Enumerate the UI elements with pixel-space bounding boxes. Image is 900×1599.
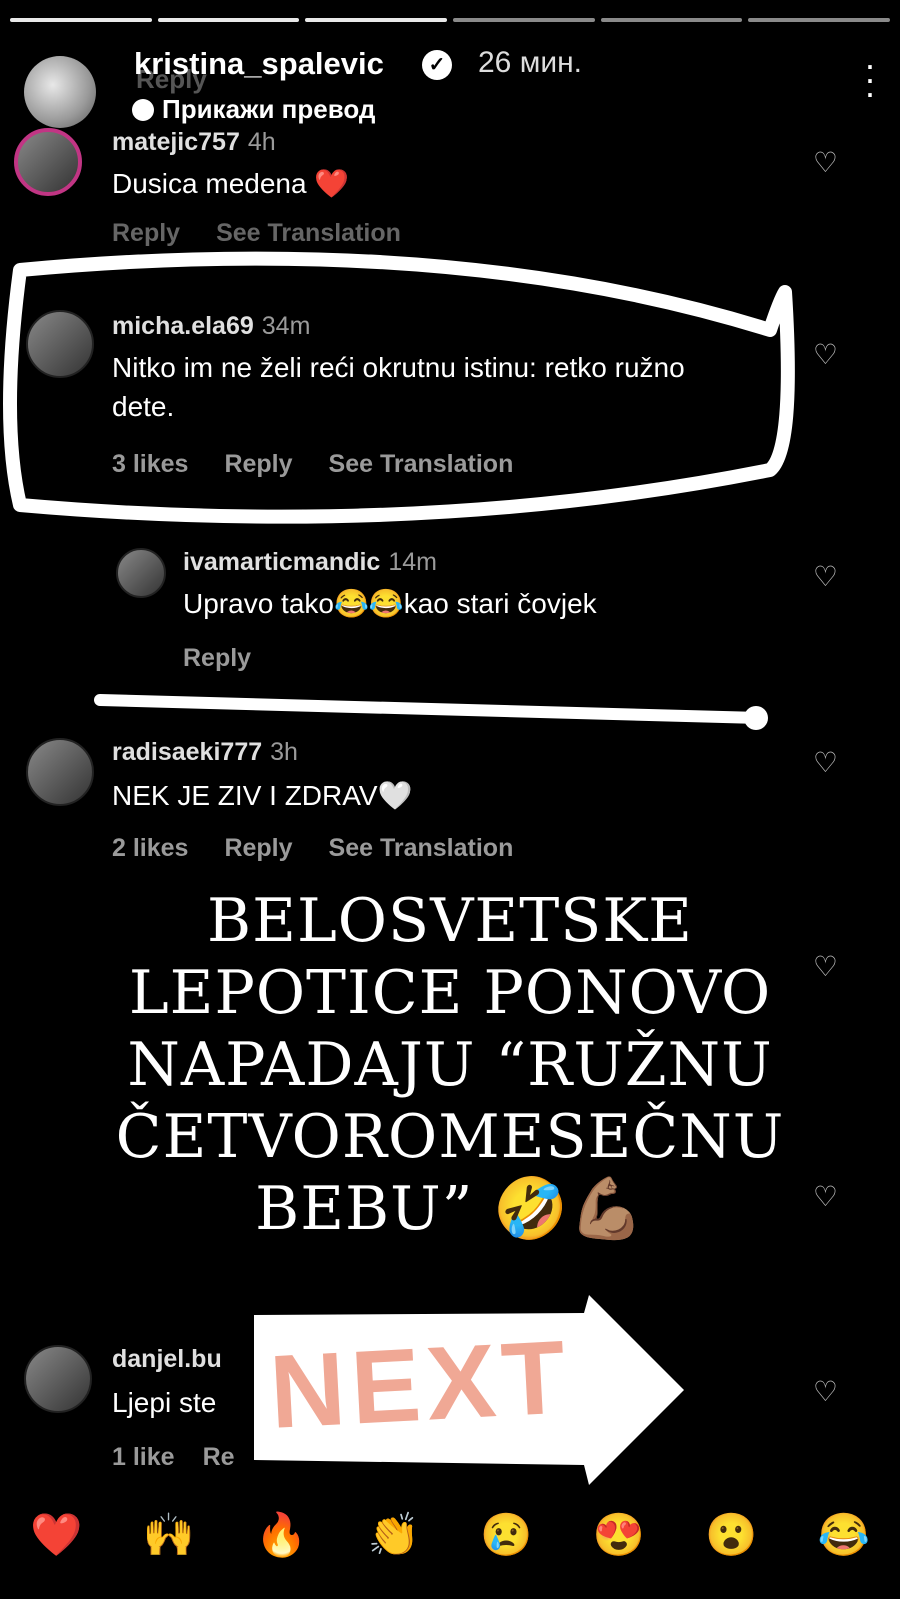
comment-actions: 3 likes Reply See Translation <box>112 450 513 479</box>
avatar[interactable] <box>26 310 94 378</box>
quick-reactions-bar: ❤️ 🙌 🔥 👏 😢 😍 😮 😂 <box>0 1490 900 1580</box>
reaction-cry[interactable]: 😢 <box>466 1511 546 1560</box>
overlay-line: BELOSVETSKE <box>207 886 693 956</box>
verified-badge-icon: ✓ <box>422 50 452 80</box>
story-progress-bar <box>10 18 891 22</box>
comment-username[interactable]: micha.ela69 <box>112 312 254 340</box>
overlay-line: ČETVOROMESEČNU <box>115 1102 785 1172</box>
likes-count[interactable]: 2 likes <box>112 834 188 863</box>
reply-button[interactable]: Reply <box>112 219 180 248</box>
reaction-heart-eyes[interactable]: 😍 <box>579 1511 659 1560</box>
comment-time: 14m <box>388 548 437 576</box>
comment-username-line[interactable]: radisaeki777 3h <box>112 738 298 767</box>
reaction-laugh[interactable]: 😂 <box>804 1511 884 1560</box>
story-username[interactable]: kristina_spalevic <box>134 46 384 82</box>
translate-icon <box>132 98 154 121</box>
comment-text: Nitko im ne želi reći okrutnu istinu: re… <box>112 352 685 422</box>
avatar[interactable] <box>116 548 166 598</box>
reaction-fire[interactable]: 🔥 <box>241 1511 321 1560</box>
reply-button[interactable]: Re <box>203 1443 235 1472</box>
comment-username[interactable]: ivamarticmandic <box>183 548 380 576</box>
reply-button[interactable]: Reply <box>224 834 292 863</box>
avatar[interactable] <box>14 128 82 196</box>
like-heart-icon[interactable]: ♡ <box>813 146 838 179</box>
comment-actions: 2 likes Reply See Translation <box>112 834 513 863</box>
comment-actions: 1 like Re <box>112 1443 235 1472</box>
reply-button[interactable]: Reply <box>183 644 251 673</box>
comment-username[interactable]: danjel.bu <box>112 1345 222 1373</box>
like-heart-icon[interactable]: ♡ <box>813 338 838 371</box>
comment-actions: Reply See Translation <box>112 219 401 248</box>
comment-text: Dusica medena ❤️ <box>112 168 350 199</box>
story-header: Reply kristina_spalevic ✓ 26 мин. · · · Пр… <box>24 34 876 129</box>
comment-username-line[interactable]: micha.ela69 34m <box>112 312 310 341</box>
see-translation-button[interactable]: See Translation <box>329 834 514 863</box>
avatar[interactable] <box>24 1345 92 1413</box>
see-translation-button[interactable]: See Translation <box>329 450 514 479</box>
reply-button[interactable]: Reply <box>224 450 292 479</box>
overlay-headline: BELOSVETSKE LEPOTICE PONOVO NAPADAJU “RU… <box>0 885 900 1245</box>
avatar[interactable] <box>26 738 94 806</box>
next-sticker-label[interactable]: NEXT <box>267 1318 574 1453</box>
translate-label: Прикажи превод <box>162 94 376 124</box>
comment-username-line[interactable]: danjel.bu <box>112 1345 222 1374</box>
comment-time: 3h <box>270 738 298 766</box>
overlay-line: BEBU” 🤣💪🏽 <box>255 1174 645 1244</box>
like-heart-icon[interactable]: ♡ <box>813 1375 838 1408</box>
comment-time: 34m <box>261 312 311 340</box>
more-vertical-icon[interactable]: · · · <box>864 47 876 111</box>
comment-username-line[interactable]: ivamarticmandic 14m <box>183 548 437 577</box>
reaction-clap[interactable]: 👏 <box>354 1511 434 1560</box>
comment-time: 4h <box>247 128 276 156</box>
like-heart-icon[interactable]: ♡ <box>813 560 838 593</box>
comment-username[interactable]: radisaeki777 <box>112 738 262 766</box>
reaction-raised-hands[interactable]: 🙌 <box>129 1511 209 1560</box>
reaction-surprised[interactable]: 😮 <box>691 1511 771 1560</box>
likes-count[interactable]: 1 like <box>112 1443 175 1472</box>
likes-count[interactable]: 3 likes <box>112 450 188 479</box>
reaction-heart[interactable]: ❤️ <box>16 1511 96 1560</box>
comment-actions: Reply <box>183 644 251 673</box>
comment-text: Upravo tako😂😂kao stari čovjek <box>183 588 597 619</box>
comment-username-line[interactable]: matejic757 4h <box>112 128 276 157</box>
see-translation-button[interactable]: See Translation <box>216 219 401 248</box>
comment-text: NEK JE ZIV I ZDRAV🤍 <box>112 780 413 811</box>
translate-button[interactable]: Прикажи превод <box>132 94 375 125</box>
overlay-line: LEPOTICE PONOVO <box>128 958 772 1028</box>
comment-username[interactable]: matejic757 <box>112 128 240 156</box>
overlay-line: NAPADAJU “RUŽNU <box>127 1030 773 1100</box>
story-time: 26 мин. <box>478 46 582 79</box>
like-heart-icon[interactable]: ♡ <box>813 746 838 779</box>
story-avatar[interactable] <box>24 56 96 128</box>
